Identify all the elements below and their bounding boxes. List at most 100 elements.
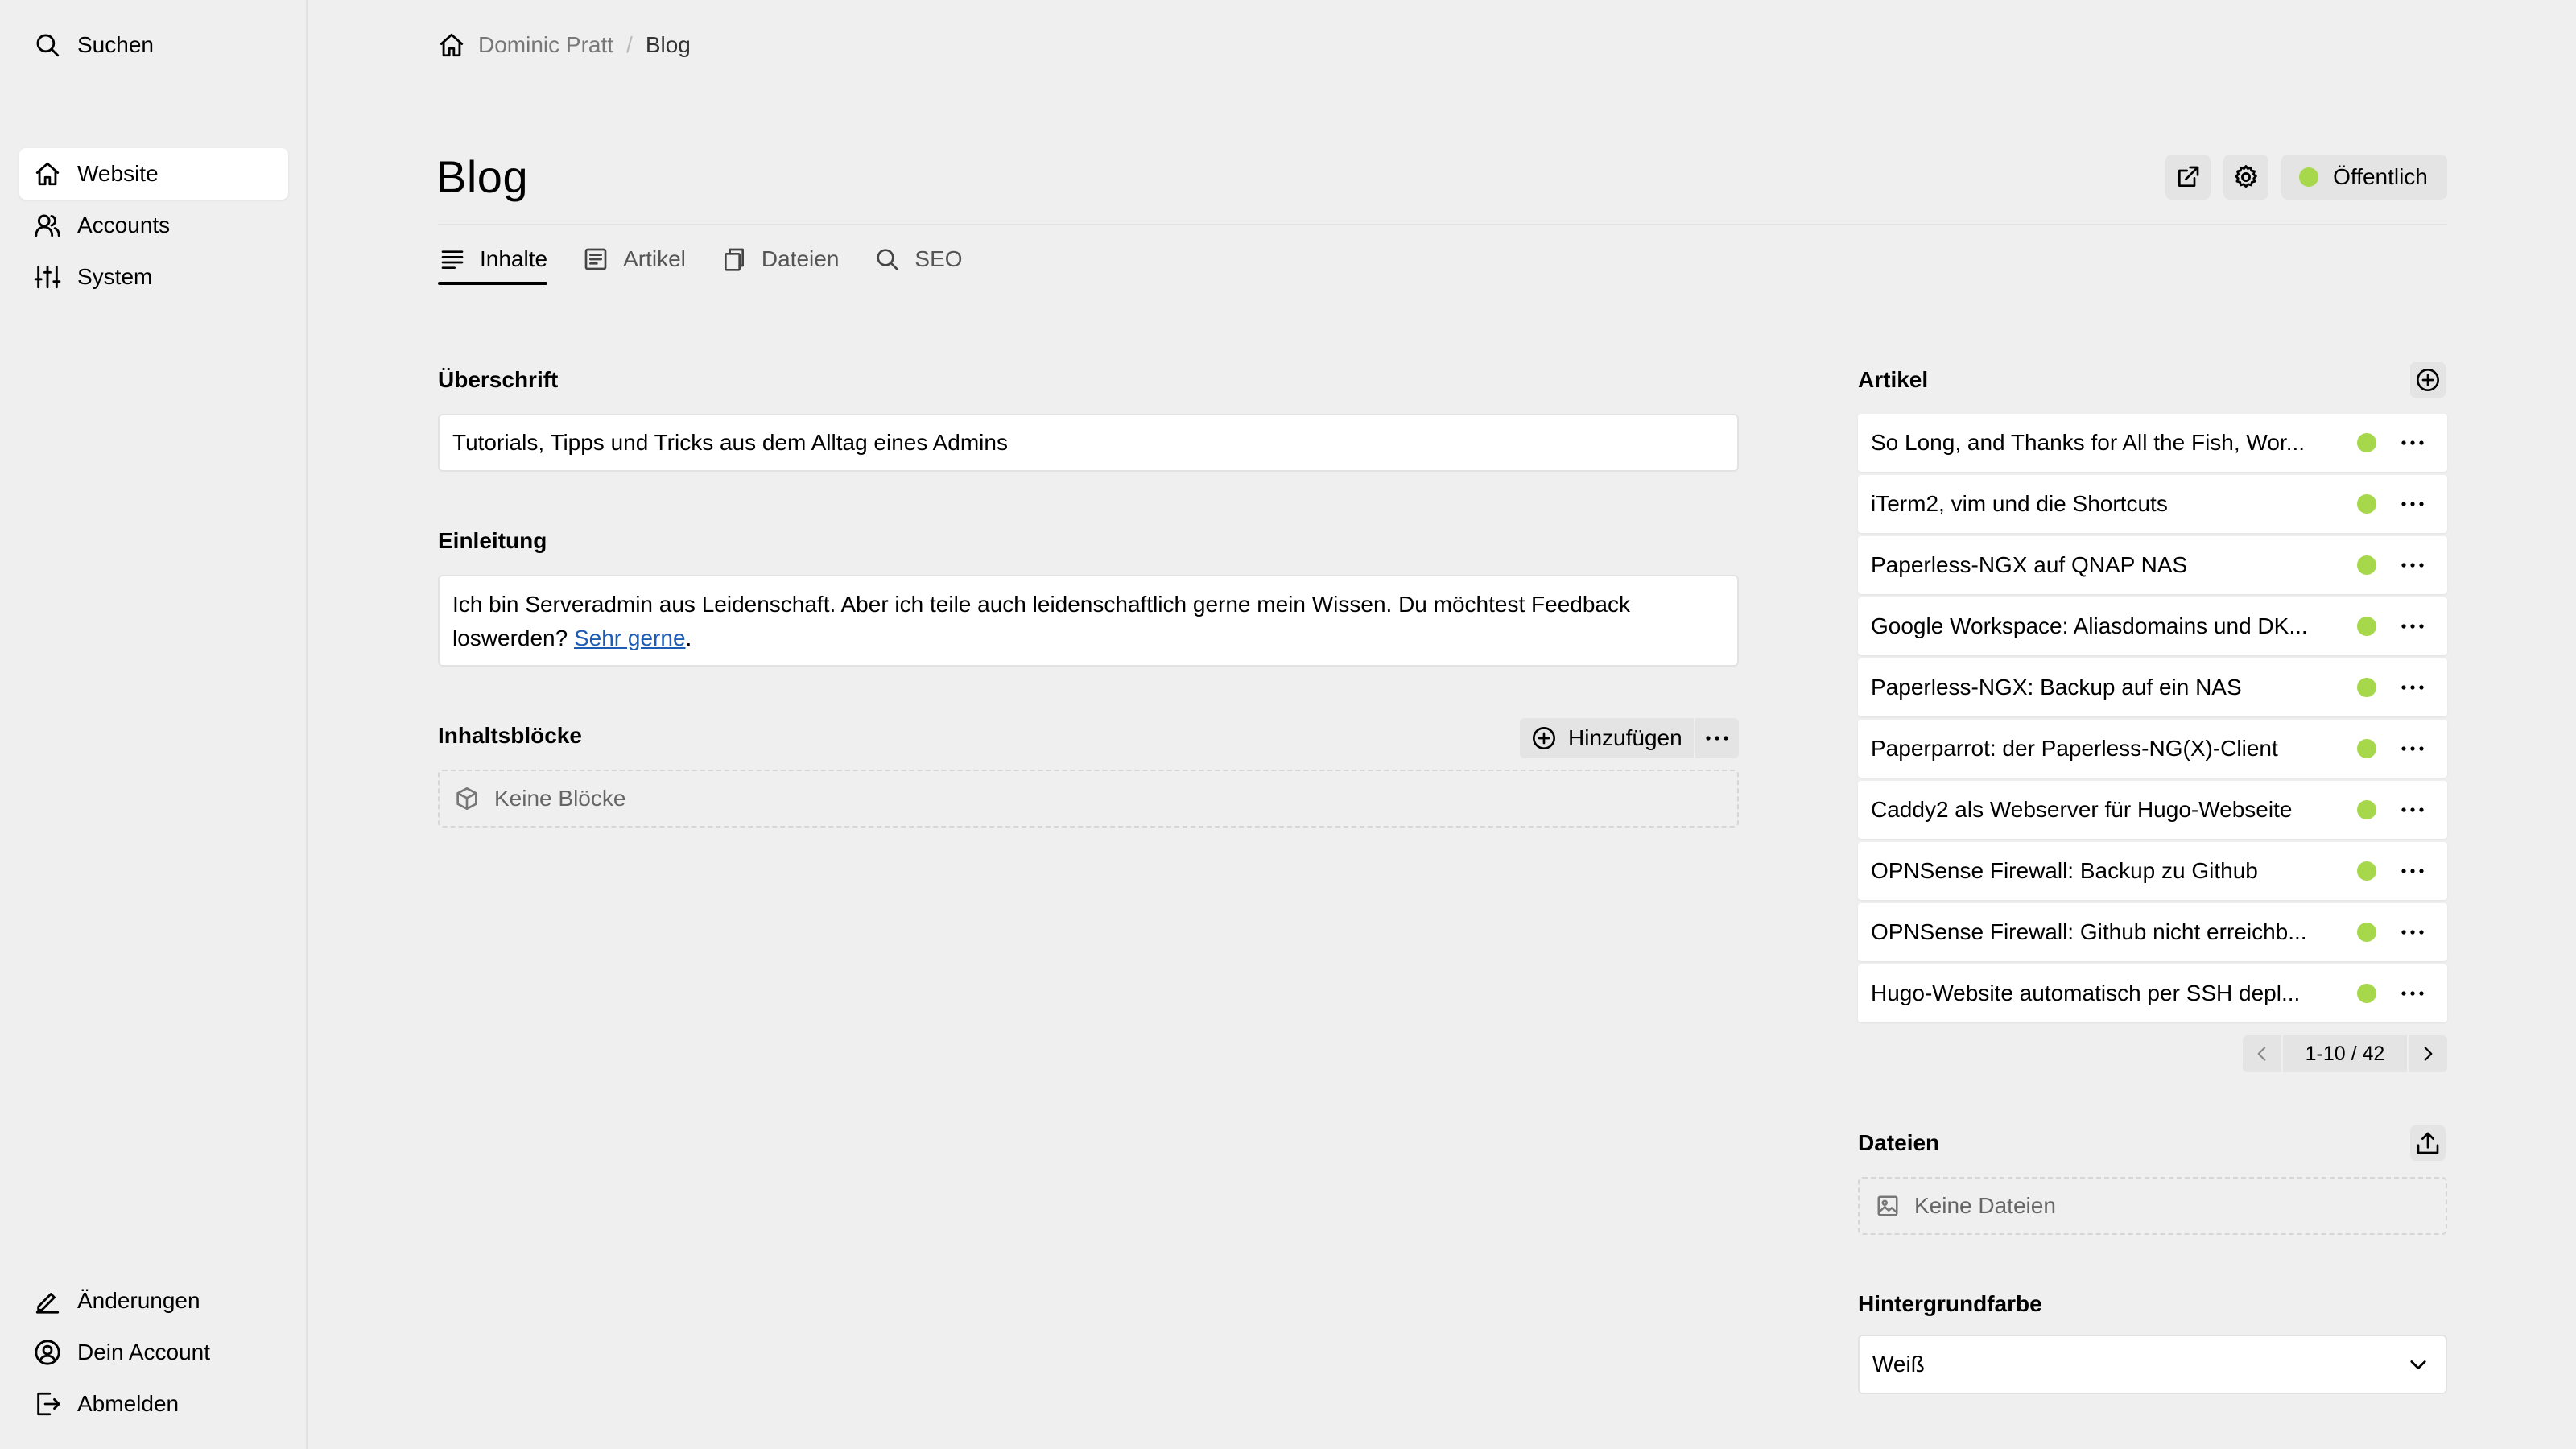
- more-icon: [2401, 807, 2424, 812]
- article-row[interactable]: OPNSense Firewall: Github nicht erreichb…: [1858, 903, 2447, 961]
- status-dot: [2357, 433, 2376, 452]
- home-icon: [31, 157, 64, 191]
- article-more-button[interactable]: [2392, 484, 2433, 524]
- article-more-button[interactable]: [2392, 729, 2433, 769]
- status-button[interactable]: Öffentlich: [2281, 155, 2447, 200]
- tab-inhalte[interactable]: Inhalte: [438, 235, 548, 285]
- more-icon: [2401, 502, 2424, 506]
- blocks-more-button[interactable]: [1695, 718, 1739, 758]
- status-dot: [2357, 739, 2376, 758]
- add-block-button[interactable]: Hinzufügen: [1520, 718, 1694, 758]
- breadcrumb-current[interactable]: Blog: [646, 32, 691, 58]
- tab-label: Inhalte: [480, 246, 548, 271]
- add-article-button[interactable]: [2410, 362, 2446, 398]
- tab-dateien[interactable]: Dateien: [720, 235, 840, 283]
- search-icon: [31, 28, 64, 62]
- article-row[interactable]: Paperless-NGX auf QNAP NAS: [1858, 536, 2447, 594]
- changes-button[interactable]: Änderungen: [19, 1275, 288, 1327]
- external-link-icon: [2175, 164, 2201, 190]
- article-row[interactable]: Hugo-Website automatisch per SSH depl...: [1858, 964, 2447, 1022]
- tab-artikel[interactable]: Artikel: [581, 235, 686, 283]
- search-button[interactable]: Suchen: [19, 19, 288, 71]
- more-icon: [2401, 685, 2424, 690]
- background-value: Weiß: [1872, 1352, 1925, 1377]
- chevron-left-icon: [2252, 1043, 2273, 1064]
- article-more-button[interactable]: [2392, 790, 2433, 830]
- article-title: Hugo-Website automatisch per SSH depl...: [1871, 980, 2301, 1005]
- changes-label: Änderungen: [77, 1288, 200, 1313]
- sidebar-item-system[interactable]: System: [19, 251, 288, 303]
- tab-label: Dateien: [761, 246, 840, 271]
- copy-icon: [720, 245, 749, 274]
- article-row[interactable]: Google Workspace: Aliasdomains und DK...: [1858, 597, 2447, 655]
- sidebar-item-website[interactable]: Website: [19, 148, 288, 200]
- logout-button[interactable]: Abmelden: [19, 1378, 288, 1430]
- more-icon: [2401, 930, 2424, 935]
- article-row[interactable]: Paperless-NGX: Backup auf ein NAS: [1858, 658, 2447, 716]
- article-more-button[interactable]: [2392, 423, 2433, 463]
- next-page-button[interactable]: [2409, 1035, 2447, 1072]
- account-label: Dein Account: [77, 1340, 210, 1364]
- feedback-link[interactable]: Sehr gerne: [574, 625, 686, 650]
- blocks-empty-state: Keine Blöcke: [438, 770, 1739, 828]
- users-icon: [31, 208, 64, 242]
- article-title: So Long, and Thanks for All the Fish, Wo…: [1871, 430, 2306, 455]
- more-icon: [2401, 869, 2424, 873]
- settings-button[interactable]: [2223, 155, 2268, 200]
- article-more-button[interactable]: [2392, 545, 2433, 585]
- article-title: Caddy2 als Webserver für Hugo-Webseite: [1871, 797, 2293, 822]
- headline-value: Tutorials, Tipps und Tricks aus dem Allt…: [452, 430, 1008, 455]
- cube-icon: [454, 786, 480, 811]
- article-more-button[interactable]: [2392, 851, 2433, 891]
- article-more-button[interactable]: [2392, 667, 2433, 708]
- article-row[interactable]: OPNSense Firewall: Backup zu Github: [1858, 842, 2447, 900]
- article-row[interactable]: So Long, and Thanks for All the Fish, Wo…: [1858, 414, 2447, 472]
- status-dot: [2357, 678, 2376, 697]
- article-row[interactable]: iTerm2, vim und die Shortcuts: [1858, 475, 2447, 533]
- edit-icon: [31, 1284, 64, 1318]
- gear-icon: [2232, 163, 2260, 191]
- background-select[interactable]: Weiß: [1858, 1335, 2447, 1394]
- header-divider: [438, 224, 2447, 225]
- files-label: Dateien: [1858, 1130, 1940, 1155]
- intro-textarea[interactable]: Ich bin Serveradmin aus Leidenschaft. Ab…: [438, 575, 1739, 667]
- article-title: Paperparrot: der Paperless-NG(X)-Client: [1871, 736, 2278, 761]
- more-icon: [2401, 563, 2424, 568]
- intro-label: Einleitung: [438, 528, 547, 553]
- account-button[interactable]: Dein Account: [19, 1327, 288, 1378]
- tab-seo[interactable]: SEO: [873, 235, 963, 283]
- article-row[interactable]: Caddy2 als Webserver für Hugo-Webseite: [1858, 781, 2447, 839]
- home-icon[interactable]: [438, 31, 465, 59]
- breadcrumb: Dominic Pratt / Blog: [438, 29, 691, 61]
- upload-button[interactable]: [2410, 1125, 2446, 1161]
- status-dot: [2357, 923, 2376, 942]
- article-more-button[interactable]: [2392, 912, 2433, 952]
- article-more-button[interactable]: [2392, 973, 2433, 1013]
- article-title: OPNSense Firewall: Backup zu Github: [1871, 858, 2258, 883]
- upload-icon: [2415, 1130, 2441, 1156]
- logout-label: Abmelden: [77, 1391, 180, 1416]
- open-external-button[interactable]: [2165, 155, 2211, 200]
- add-block-group: Hinzufügen: [1520, 718, 1739, 758]
- sidebar-item-accounts[interactable]: Accounts: [19, 200, 288, 251]
- article-title: Paperless-NGX auf QNAP NAS: [1871, 552, 2188, 577]
- user-circle-icon: [31, 1335, 64, 1369]
- text-lines-icon: [438, 245, 467, 274]
- intro-end: .: [685, 625, 692, 650]
- article-more-button[interactable]: [2392, 606, 2433, 646]
- add-block-label: Hinzufügen: [1568, 725, 1682, 750]
- prev-page-button[interactable]: [2243, 1035, 2281, 1072]
- tab-label: Artikel: [623, 246, 686, 271]
- status-dot: [2357, 984, 2376, 1003]
- sidebar-item-label: System: [77, 264, 153, 289]
- blocks-label: Inhaltsblöcke: [438, 723, 582, 748]
- files-empty-state: Keine Dateien: [1858, 1177, 2447, 1235]
- status-dot: [2357, 494, 2376, 514]
- status-label: Öffentlich: [2333, 164, 2428, 189]
- chevron-down-icon: [2407, 1353, 2429, 1376]
- pagination-label: 1-10 / 42: [2305, 1042, 2385, 1065]
- headline-input[interactable]: Tutorials, Tipps und Tricks aus dem Allt…: [438, 414, 1739, 472]
- sidebar-item-label: Website: [77, 161, 159, 186]
- breadcrumb-root[interactable]: Dominic Pratt: [478, 32, 613, 58]
- article-row[interactable]: Paperparrot: der Paperless-NG(X)-Client: [1858, 720, 2447, 778]
